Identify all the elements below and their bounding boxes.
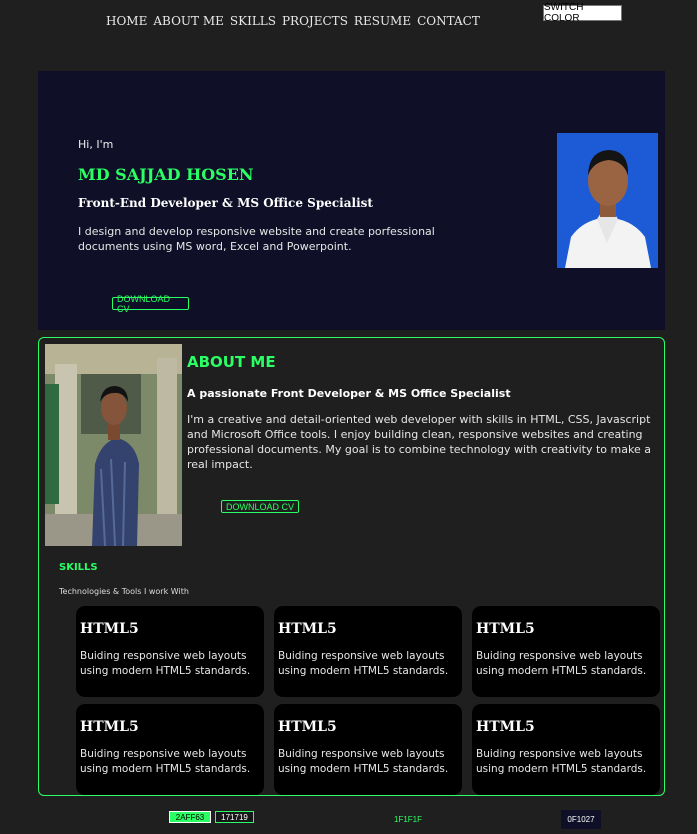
skill-card-title: HTML5 (80, 621, 139, 637)
skill-card-title: HTML5 (278, 621, 337, 637)
hero-section: Hi, I'm MD SAJJAD HOSEN Front-End Develo… (38, 71, 665, 330)
about-title: ABOUT ME (187, 353, 276, 371)
nav-projects[interactable]: PROJECTS (282, 14, 348, 28)
color-swatch-1f1f1f[interactable]: 1F1F1F (388, 813, 428, 825)
about-subtitle: A passionate Front Developer & MS Office… (187, 387, 511, 400)
skill-card-title: HTML5 (476, 719, 535, 735)
skill-card: HTML5 Buiding responsive web layouts usi… (472, 606, 660, 697)
about-download-cv-button[interactable]: DOWNLOAD CV (221, 500, 299, 513)
skill-card-description: Buiding responsive web layouts using mod… (476, 650, 647, 677)
skill-card-title: HTML5 (278, 719, 337, 735)
skill-card-description: Buiding responsive web layouts using mod… (80, 748, 251, 775)
hero-description: I design and develop responsive website … (78, 225, 435, 253)
skill-card-description: Buiding responsive web layouts using mod… (476, 748, 647, 775)
skill-card: HTML5 Buiding responsive web layouts usi… (76, 606, 264, 697)
skill-card: HTML5 Buiding responsive web layouts usi… (76, 704, 264, 795)
skill-card-title: HTML5 (80, 719, 139, 735)
main-nav: HOME ABOUT ME SKILLS PROJECTS RESUME CON… (106, 14, 480, 28)
nav-contact[interactable]: CONTACT (417, 14, 480, 28)
nav-about-me[interactable]: ABOUT ME (153, 14, 224, 28)
about-paragraph: I'm a creative and detail-oriented web d… (187, 413, 651, 471)
hero-download-cv-button[interactable]: DOWNLOAD CV (112, 294, 189, 314)
color-swatch-171719[interactable]: 171719 (215, 811, 254, 823)
about-section: ABOUT ME A passionate Front Developer & … (38, 337, 665, 796)
about-photo (45, 344, 182, 546)
hero-name: MD SAJJAD HOSEN (78, 165, 254, 184)
nav-resume[interactable]: RESUME (354, 14, 411, 28)
skills-subtitle: Technologies & Tools I work With (59, 587, 189, 596)
color-swatch-2aff63[interactable]: 2AFF63 (169, 811, 211, 823)
skill-card: HTML5 Buiding responsive web layouts usi… (274, 606, 462, 697)
profile-photo (557, 133, 658, 268)
skill-card-description: Buiding responsive web layouts using mod… (278, 650, 449, 677)
nav-skills[interactable]: SKILLS (230, 14, 276, 28)
skills-grid: HTML5 Buiding responsive web layouts usi… (76, 606, 660, 795)
skill-card: HTML5 Buiding responsive web layouts usi… (274, 704, 462, 795)
hero-greeting: Hi, I'm (78, 138, 114, 151)
color-swatch-0f1027[interactable]: 0F1027 (561, 810, 601, 829)
skill-card-title: HTML5 (476, 621, 535, 637)
skill-card-description: Buiding responsive web layouts using mod… (80, 650, 251, 677)
skill-card-description: Buiding responsive web layouts using mod… (278, 748, 449, 775)
nav-home[interactable]: HOME (106, 14, 147, 28)
skills-title: SKILLS (59, 562, 98, 573)
hero-role: Front-End Developer & MS Office Speciali… (78, 196, 373, 210)
skill-card: HTML5 Buiding responsive web layouts usi… (472, 704, 660, 795)
switch-color-button[interactable]: SWITCH COLOR (543, 2, 622, 24)
